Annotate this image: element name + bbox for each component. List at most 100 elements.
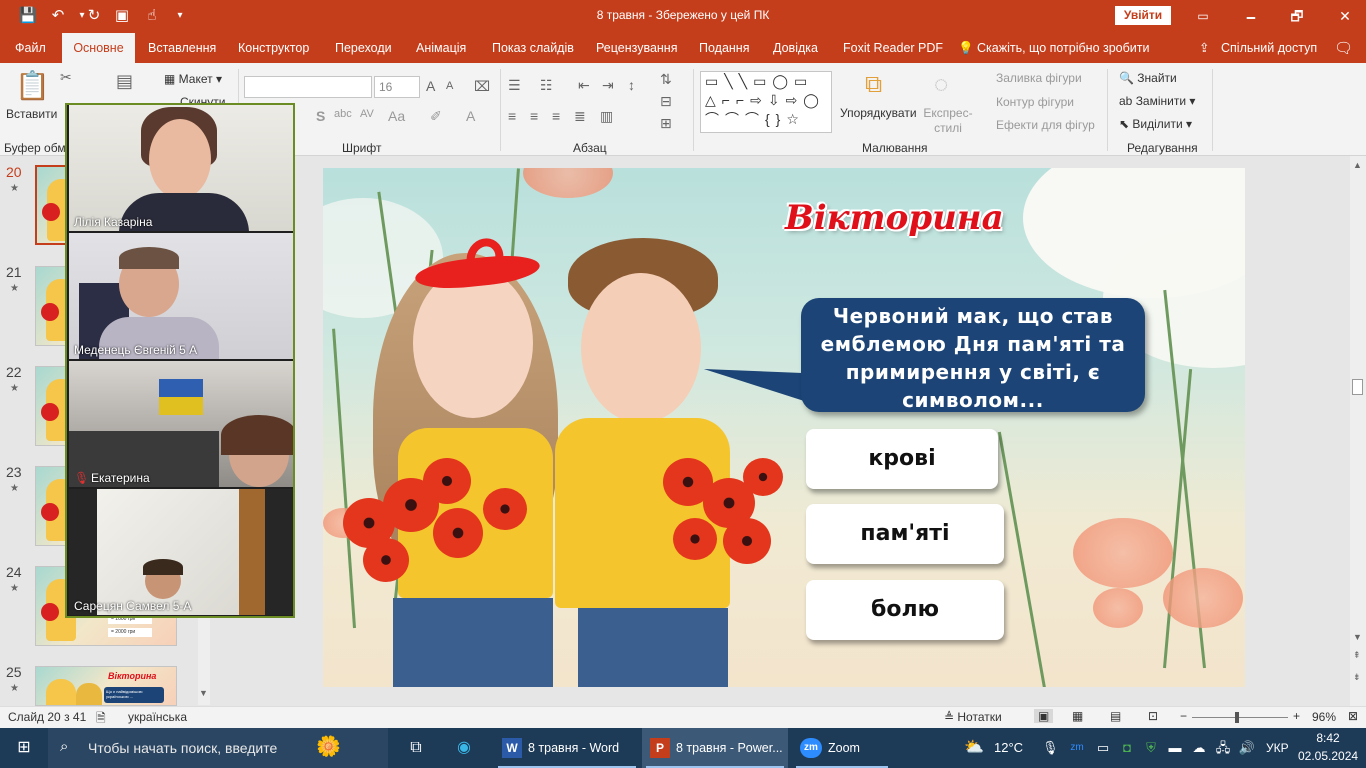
tab-view[interactable]: Подання [699,33,749,63]
clock-time[interactable]: 8:42 [1300,731,1356,745]
answer-option-3[interactable]: болю [806,580,1004,640]
replace-button[interactable]: ab Замінити ▾ [1119,94,1195,108]
shape-fill-button[interactable]: Заливка фігури [996,71,1082,85]
current-slide[interactable]: Вікторина Червоний мак, що став емблемою… [323,168,1245,687]
tab-design[interactable]: Конструктор [238,33,309,63]
layout-button[interactable]: ▦ Макет ▾ [164,72,222,86]
video-tile[interactable]: Лілія Казаріна [69,105,293,231]
prev-slide-icon[interactable]: ⇞ [1353,650,1361,661]
fit-slide-icon[interactable]: ⊠ [1348,709,1358,723]
windows-start-icon[interactable]: ⊞ [12,736,36,760]
slideshow-view-icon[interactable]: ⊡ [1148,709,1158,723]
network-tray-icon[interactable]: 🖧 [1214,736,1232,760]
arrange-label[interactable]: Упорядкувати [840,106,917,120]
zoom-in-icon[interactable]: + [1293,709,1300,723]
paste-icon[interactable]: 📋 [15,69,50,105]
security-tray-icon[interactable]: ◘ [1118,736,1136,760]
microphone-icon[interactable]: 🎙 [1042,736,1059,760]
normal-view-icon[interactable]: ▣ [1034,709,1054,723]
scroll-thumb[interactable] [1352,379,1363,395]
columns-icon[interactable]: ▥ [600,108,613,125]
shadow-text-icon[interactable]: S [316,108,325,124]
increase-indent-icon[interactable]: ⇥ [602,77,614,94]
tab-animations[interactable]: Анімація [416,33,466,63]
display-tray-icon[interactable]: ▭ [1094,736,1112,760]
align-right-icon[interactable]: ≡ [552,108,560,124]
input-language[interactable]: УКР [1266,741,1289,755]
line-spacing-icon[interactable]: ↕ [628,77,635,93]
share-button[interactable]: Спільний доступ [1221,33,1317,63]
quick-styles-icon[interactable]: ◌ [934,71,948,99]
arrange-icon[interactable]: ⧉ [865,71,882,99]
scroll-down-icon[interactable]: ▼ [199,688,208,698]
taskbar-app-powerpoint[interactable]: P 8 травня - Power... [642,728,788,768]
zoom-level[interactable]: 96% [1312,710,1336,724]
quick-styles-label[interactable]: Експрес-стилі [922,106,974,136]
defender-tray-icon[interactable]: ⛨ [1142,736,1160,760]
video-tile[interactable]: Екатерина 🎙 [69,361,293,487]
smartart-icon[interactable]: ⊞ [660,115,672,132]
language-indicator[interactable]: українська [128,710,187,724]
clock-date[interactable]: 02.05.2024 [1298,749,1358,763]
scroll-down-icon[interactable]: ▼ [1353,632,1362,642]
taskbar-app-zoom[interactable]: zm Zoom [792,728,892,768]
volume-tray-icon[interactable]: 🔊 [1238,736,1256,760]
next-slide-icon[interactable]: ⇟ [1353,672,1361,683]
zoom-out-icon[interactable]: − [1180,709,1187,723]
minimize-button[interactable]: 🗕 [1236,5,1266,27]
align-center-icon[interactable]: ≡ [530,108,538,124]
font-color-icon[interactable]: A [466,108,475,124]
clear-formatting-icon[interactable]: ⌧ [474,78,490,95]
maximize-button[interactable]: 🗗 [1282,5,1312,27]
shape-effects-button[interactable]: Ефекти для фігур [996,118,1095,132]
taskbar-app-word[interactable]: W 8 травня - Word [494,728,640,768]
zoom-tray-icon[interactable]: zm [1068,736,1086,760]
answer-option-1[interactable]: крові [806,429,998,489]
decrease-indent-icon[interactable]: ⇤ [578,77,590,94]
font-size-combo[interactable]: 16 [374,76,420,98]
highlight-icon[interactable]: ✐ [430,108,442,125]
zoom-video-gallery[interactable]: Лілія Казаріна Меденець Євгеній 5 А Екат… [65,103,295,618]
slide-thumbnail-25[interactable]: Вікторина Що є найвідомішою українською … [35,666,177,706]
edge-browser-icon[interactable]: ◉ [452,736,476,760]
font-family-combo[interactable] [244,76,372,98]
scroll-up-icon[interactable]: ▲ [1353,160,1362,170]
find-button[interactable]: 🔍 Знайти [1119,71,1177,85]
editor-scrollbar[interactable]: ▲ ▼ ⇞ ⇟ [1350,156,1366,706]
new-slide-icon[interactable]: ▤ [116,71,133,92]
spellcheck-icon[interactable]: 🗎 [96,709,106,730]
shapes-gallery[interactable]: ▭╲╲▭◯▭ △⌐⌐⇨⇩⇨◯ ⌒⌒⌒{}☆ [700,71,832,133]
strikethrough-icon[interactable]: abc [334,108,352,120]
reading-view-icon[interactable]: ▤ [1110,709,1121,723]
numbering-icon[interactable]: ☷ [540,77,553,94]
paste-label[interactable]: Вставити [6,107,57,121]
tab-review[interactable]: Рецензування [596,33,677,63]
select-button[interactable]: ⬉ Виділити ▾ [1119,117,1192,131]
weather-temperature[interactable]: 12°C [994,740,1023,755]
align-left-icon[interactable]: ≡ [508,108,516,124]
tell-me-search[interactable]: Скажіть, що потрібно зробити [977,33,1150,63]
weather-icon[interactable]: ⛅ [962,736,986,760]
taskbar-search-box[interactable]: ⌕ Чтобы начать поиск, введите 🌼 [48,728,388,768]
tab-slideshow[interactable]: Показ слайдів [492,33,574,63]
signin-button[interactable]: Увійти [1115,6,1171,25]
tab-foxit[interactable]: Foxit Reader PDF [843,33,943,63]
align-text-icon[interactable]: ⊟ [660,93,672,110]
tab-insert[interactable]: Вставлення [148,33,216,63]
change-case-icon[interactable]: Aa [388,108,405,124]
video-tile[interactable]: Меденець Євгеній 5 А [69,233,293,359]
answer-option-2[interactable]: пам'яті [806,504,1004,564]
tab-help[interactable]: Довідка [773,33,818,63]
tab-home[interactable]: Основне [62,33,135,63]
video-tile[interactable]: Сарецян Самвел 5-А [69,489,293,615]
task-view-icon[interactable]: ⧉ [404,736,428,760]
slide-sorter-icon[interactable]: ▦ [1072,709,1083,723]
tab-transitions[interactable]: Переходи [335,33,392,63]
zoom-slider-thumb[interactable] [1235,712,1239,723]
cut-icon[interactable]: ✂ [60,69,72,86]
onedrive-tray-icon[interactable]: ☁ [1190,736,1208,760]
ribbon-display-options-icon[interactable]: ▭ [1188,5,1218,27]
text-direction-icon[interactable]: ⇅ [660,71,672,88]
comments-icon[interactable]: 🗨 [1334,33,1353,63]
tab-file[interactable]: Файл [15,33,46,63]
